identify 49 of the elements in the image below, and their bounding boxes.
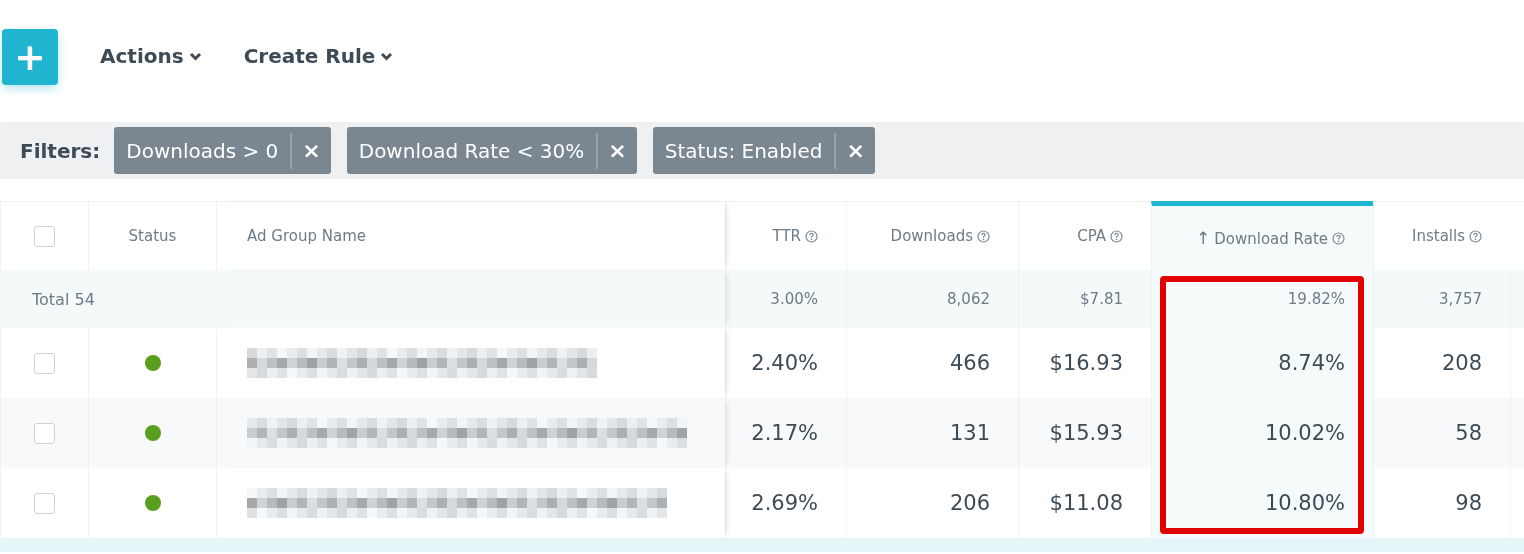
table-cell: $11.08 [1049,491,1123,515]
total-cell: 19.82% [1287,290,1345,308]
column-header[interactable]: Installs [1412,227,1465,245]
dropdown-menu-button[interactable]: Create Rule [243,44,394,68]
row-checkbox[interactable] [34,352,55,374]
help-icon[interactable] [805,229,818,243]
dropdown-menu-button[interactable]: Actions [100,44,202,68]
total-cell: $7.81 [1080,290,1123,308]
table-cell: $15.93 [1049,421,1123,445]
help-icon[interactable] [977,229,990,243]
remove-filter-button[interactable]: × [302,138,321,163]
table-cell: 58 [1455,421,1482,445]
filter-chip-label: Download Rate < 30% [358,138,585,163]
table-cell: 8.74% [1278,351,1345,375]
filter-chip-label: Downloads > 0 [126,138,279,163]
help-icon[interactable] [1110,229,1123,243]
row-checkbox[interactable] [34,492,55,514]
help-icon[interactable] [1469,229,1482,243]
help-icon[interactable] [1332,231,1345,245]
total-cell: 8,062 [947,290,990,308]
table-cell: 10.02% [1264,421,1345,445]
table-cell: 208 [1441,351,1482,375]
remove-filter-button[interactable]: × [608,138,627,163]
column-header[interactable]: TTR [772,227,801,245]
filters-label: Filters: [20,138,101,163]
filter-chip-label: Status: Enabled [664,138,823,163]
column-header[interactable]: Status [128,227,177,245]
column-header[interactable]: CPA [1077,227,1106,245]
table-cell: 131 [949,421,990,445]
add-button[interactable]: + [2,29,58,85]
remove-filter-button[interactable]: × [846,138,865,163]
total-cell: 3.00% [770,290,818,308]
total-label: Total 54 [32,289,95,309]
column-header[interactable]: ↑ Download Rate [1196,228,1328,248]
chevron-down-icon [188,51,202,61]
table-cell: $16.93 [1049,351,1123,375]
column-header[interactable]: Ad Group Name [247,227,366,245]
table-cell: 466 [949,351,990,375]
column-header[interactable]: Downloads [890,227,973,245]
chevron-down-icon [380,51,394,61]
table-cell: 206 [949,491,990,515]
table-cell: 2.69% [751,491,818,515]
table-cell: 2.17% [751,421,818,445]
select-all-checkbox[interactable] [34,225,55,247]
table-cell: 10.80% [1264,491,1345,515]
table-cell: 98 [1455,491,1482,515]
total-cell: 3,757 [1439,290,1482,308]
row-checkbox[interactable] [34,422,55,444]
table-cell: 2.40% [751,351,818,375]
